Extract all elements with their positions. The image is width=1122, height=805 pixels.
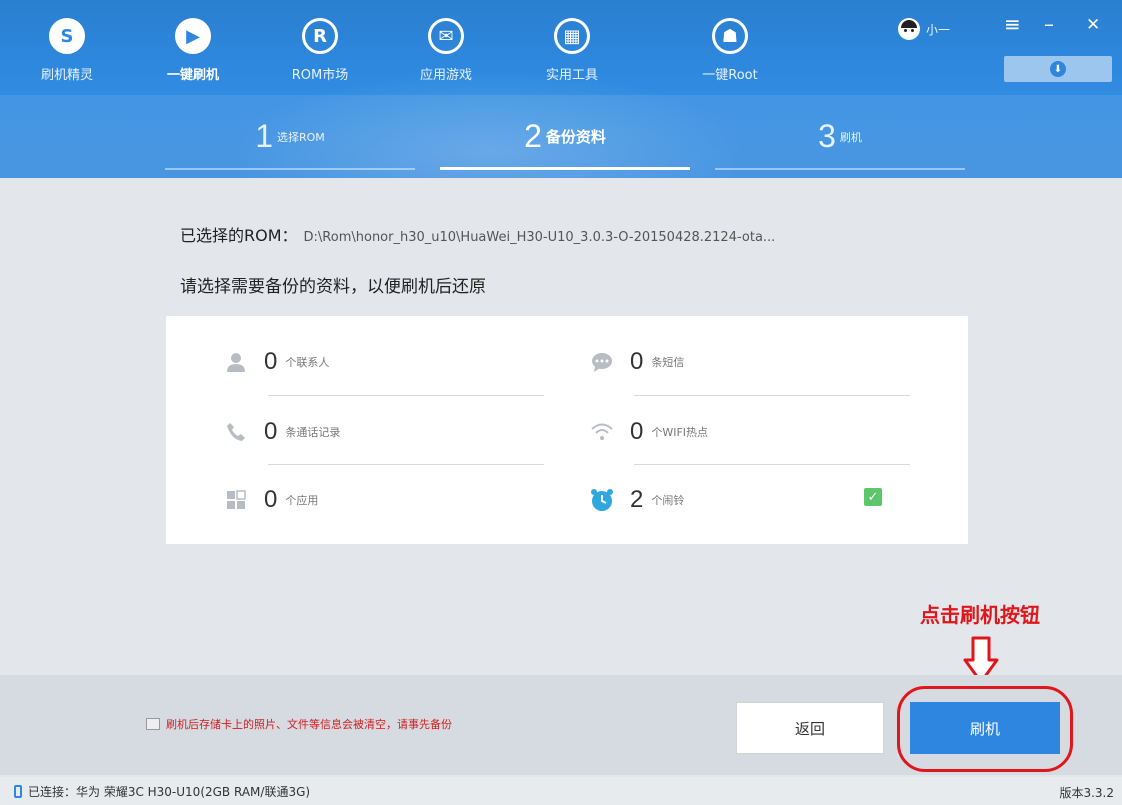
item-label: 条通话记录 bbox=[285, 426, 341, 439]
wifi-icon bbox=[590, 420, 614, 444]
warning-text: 刷机后存储卡上的照片、文件等信息会被清空，请事先备份 bbox=[166, 718, 452, 731]
backup-item-wifi[interactable]: 0 个WIFI热点 bbox=[590, 412, 708, 452]
menu-icon[interactable]: ≡ bbox=[1004, 12, 1021, 36]
apps-icon bbox=[224, 488, 248, 512]
item-count: 0 bbox=[630, 348, 644, 375]
item-count: 0 bbox=[264, 486, 278, 513]
rom-icon: R bbox=[302, 18, 338, 54]
step-label: 刷机 bbox=[839, 130, 862, 144]
shield-icon: S bbox=[49, 18, 85, 54]
item-count: 0 bbox=[264, 348, 278, 375]
nav-label: 应用游戏 bbox=[419, 68, 472, 83]
item-count: 2 bbox=[630, 486, 644, 513]
connection-text: 已连接：华为 荣耀3C H30-U10(2GB RAM/联通3G) bbox=[28, 785, 311, 799]
step-underline bbox=[165, 168, 415, 170]
backup-panel: 0 个联系人 0 条通话记录 0 个应用 0 条短信 0 个WIFI热点 2 个… bbox=[166, 316, 968, 544]
play-icon: ▶ bbox=[175, 18, 211, 54]
backup-item-contacts[interactable]: 0 个联系人 bbox=[224, 342, 329, 382]
nav-item-utilities[interactable]: ▦ 实用工具 bbox=[527, 18, 617, 83]
chat-icon bbox=[590, 350, 614, 374]
nav-item-rom-market[interactable]: R ROM市场 bbox=[275, 18, 365, 83]
backup-instruction: 请选择需要备份的资料，以便刷机后还原 bbox=[180, 277, 486, 297]
alarm-checkbox[interactable]: ✓ bbox=[864, 488, 882, 506]
divider bbox=[268, 395, 544, 396]
step-3: 3 刷机 bbox=[715, 118, 965, 170]
nav-label: 一键Root bbox=[702, 68, 758, 83]
backup-item-alarms[interactable]: 2 个闹铃 bbox=[590, 480, 684, 520]
avatar bbox=[898, 18, 920, 40]
step-underline bbox=[440, 167, 690, 170]
bag-icon: ✉ bbox=[428, 18, 464, 54]
top-nav: S 刷机精灵 ▶ 一键刷机 R ROM市场 ✉ 应用游戏 ▦ 实用工具 ☗ 一键… bbox=[0, 18, 800, 98]
nav-item-flash-wizard[interactable]: S 刷机精灵 bbox=[22, 18, 112, 83]
divider bbox=[634, 395, 910, 396]
step-number: 1 bbox=[255, 118, 273, 154]
download-icon: ⬇ bbox=[1050, 61, 1066, 77]
grid-icon: ▦ bbox=[554, 18, 590, 54]
annotation-callout: 点击刷机按钮 bbox=[920, 603, 1040, 627]
nav-item-one-click-flash[interactable]: ▶ 一键刷机 bbox=[148, 18, 238, 83]
item-count: 0 bbox=[630, 418, 644, 445]
person-icon bbox=[224, 350, 248, 374]
nav-label: ROM市场 bbox=[291, 68, 349, 83]
backup-warning: 刷机后存储卡上的照片、文件等信息会被清空，请事先备份 bbox=[146, 716, 452, 732]
divider bbox=[634, 464, 910, 465]
backup-item-sms[interactable]: 0 条短信 bbox=[590, 342, 684, 382]
folder-icon bbox=[146, 718, 160, 730]
phone-icon bbox=[14, 785, 22, 798]
item-label: 条短信 bbox=[651, 356, 685, 369]
step-label: 选择ROM bbox=[277, 130, 325, 144]
connection-status: 已连接：华为 荣耀3C H30-U10(2GB RAM/联通3G) bbox=[14, 783, 310, 800]
item-label: 个联系人 bbox=[285, 356, 330, 369]
download-button[interactable]: ⬇ bbox=[1004, 56, 1112, 82]
backup-item-apps[interactable]: 0 个应用 bbox=[224, 480, 318, 520]
step-1: 1 选择ROM bbox=[165, 118, 415, 170]
highlight-ring bbox=[897, 686, 1073, 772]
nav-label: 刷机精灵 bbox=[40, 68, 93, 83]
rom-path: D:\Rom\honor_h30_u10\HuaWei_H30-U10_3.0.… bbox=[303, 230, 776, 245]
nav-item-one-click-root[interactable]: ☗ 一键Root bbox=[685, 18, 775, 83]
nav-label: 一键刷机 bbox=[166, 68, 219, 83]
step-number: 3 bbox=[818, 118, 836, 154]
step-2: 2 备份资料 bbox=[440, 118, 690, 170]
item-label: 个WIFI热点 bbox=[651, 426, 709, 439]
minimize-button[interactable]: – bbox=[1044, 12, 1054, 36]
android-icon: ☗ bbox=[712, 18, 748, 54]
step-label: 备份资料 bbox=[545, 128, 606, 146]
close-button[interactable]: ✕ bbox=[1086, 15, 1100, 35]
item-label: 个应用 bbox=[285, 494, 319, 507]
backup-item-call-log[interactable]: 0 条通话记录 bbox=[224, 412, 340, 452]
item-label: 个闹铃 bbox=[651, 494, 685, 507]
rom-label: 已选择的ROM： bbox=[180, 226, 298, 245]
back-button[interactable]: 返回 bbox=[736, 702, 884, 754]
user-menu[interactable]: 小一 bbox=[898, 18, 950, 40]
header: S 刷机精灵 ▶ 一键刷机 R ROM市场 ✉ 应用游戏 ▦ 实用工具 ☗ 一键… bbox=[0, 0, 1122, 178]
nav-item-apps-games[interactable]: ✉ 应用游戏 bbox=[401, 18, 491, 83]
step-number: 2 bbox=[524, 118, 542, 154]
alarm-icon bbox=[590, 488, 614, 512]
step-indicator: 1 选择ROM 2 备份资料 3 刷机 bbox=[165, 118, 965, 170]
divider bbox=[268, 464, 544, 465]
nav-label: 实用工具 bbox=[545, 68, 598, 83]
selected-rom: 已选择的ROM： D:\Rom\honor_h30_u10\HuaWei_H30-… bbox=[180, 222, 775, 246]
version-label: 版本3.3.2 bbox=[1059, 786, 1114, 800]
step-underline bbox=[715, 168, 965, 170]
phone-icon bbox=[224, 420, 248, 444]
item-count: 0 bbox=[264, 418, 278, 445]
user-name: 小一 bbox=[926, 22, 951, 37]
